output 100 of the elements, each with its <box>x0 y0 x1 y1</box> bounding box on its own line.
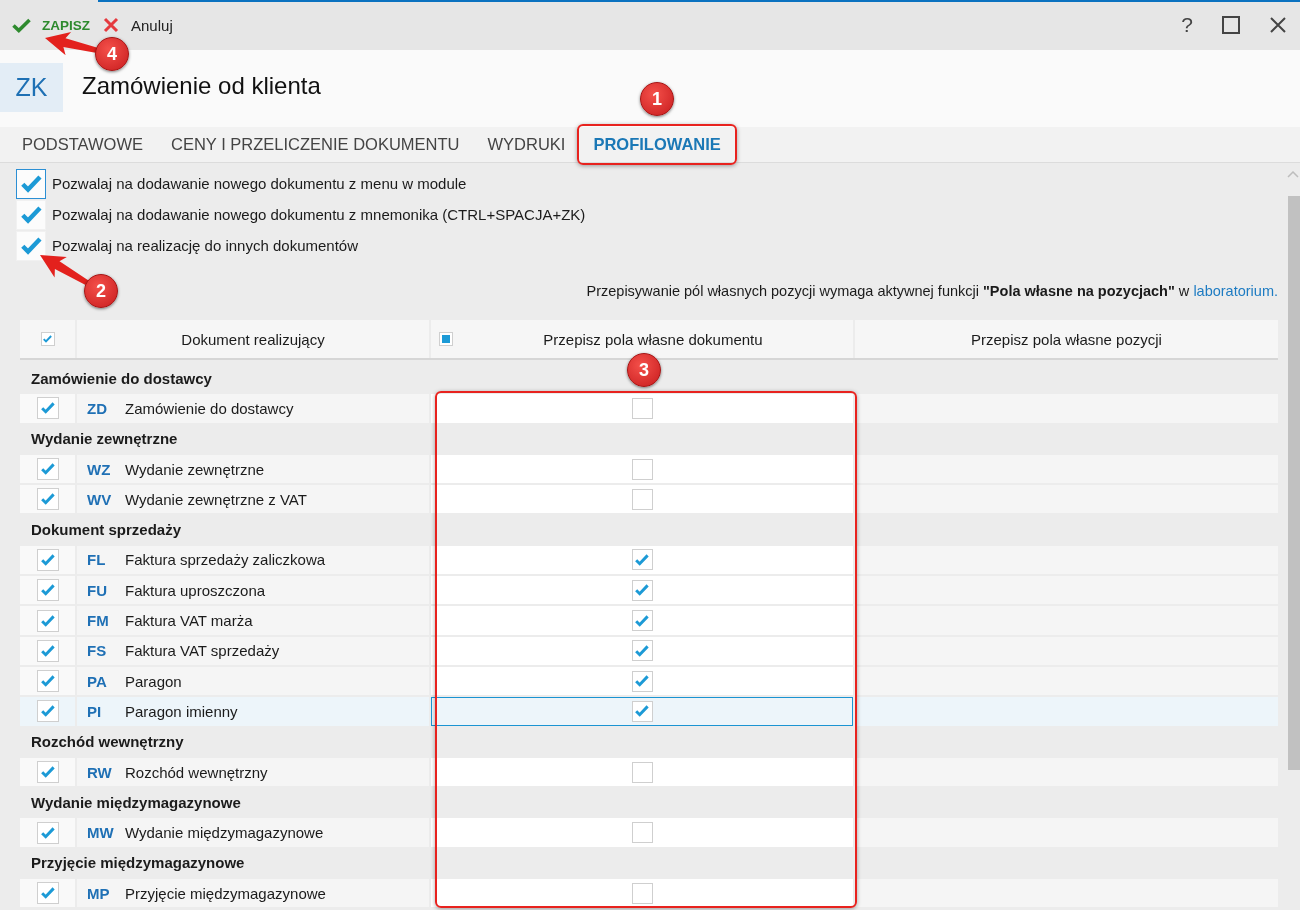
checkbox[interactable] <box>631 761 653 783</box>
table-cell[interactable]: WV Wydanie zewnętrzne z VAT <box>77 485 429 514</box>
checkbox[interactable] <box>36 397 59 420</box>
checkmark-icon <box>635 705 649 718</box>
table-cell[interactable]: PA Paragon <box>77 666 429 696</box>
checkbox[interactable] <box>631 610 653 631</box>
tab[interactable]: CENY I PRZELICZENIE DOKUMENTU <box>158 127 473 162</box>
document-code: FU <box>87 581 108 599</box>
document-code: PA <box>87 672 108 690</box>
document-name: Paragon <box>125 672 182 690</box>
checkmark-icon <box>40 584 55 597</box>
document-type-badge: ZK <box>0 63 63 112</box>
checkbox[interactable] <box>631 488 653 510</box>
checkbox[interactable] <box>36 700 59 723</box>
column-label: Przepisz pola własne dokumentu <box>542 330 764 348</box>
checkmark-icon <box>40 675 55 688</box>
checkbox[interactable] <box>631 549 653 571</box>
table-cell[interactable]: ZD Zamówienie do dostawcy <box>77 394 429 423</box>
checkbox[interactable] <box>36 761 59 783</box>
group-title: Rozchód wewnętrzny <box>31 733 184 751</box>
cancel-button[interactable]: Anuluj <box>97 10 179 40</box>
checkmark-icon <box>20 236 42 255</box>
checkbox[interactable] <box>631 579 653 601</box>
checkbox[interactable] <box>36 609 59 632</box>
checkbox[interactable] <box>40 332 55 346</box>
document-name: Faktura VAT sprzedaży <box>125 642 280 660</box>
cross-icon <box>103 17 119 33</box>
document-name: Rozchód wewnętrzny <box>125 763 268 781</box>
checkbox[interactable] <box>36 821 59 844</box>
laboratory-link[interactable]: laboratorium. <box>1193 283 1278 299</box>
table-cell[interactable]: RW Rozchód wewnętrzny <box>77 757 429 787</box>
document-name: Paragon imienny <box>125 702 238 720</box>
checkbox[interactable] <box>36 458 59 481</box>
checkmark-icon <box>40 705 55 718</box>
checkmark-icon <box>635 584 649 597</box>
document-code: FM <box>87 612 110 629</box>
callout-badge: 4 <box>95 37 129 71</box>
column-header: Dokument realizujący <box>77 320 429 358</box>
document-code: WV <box>87 490 113 508</box>
table-cell[interactable]: FS Faktura VAT sprzedaży <box>77 636 429 665</box>
checkbox[interactable] <box>36 548 59 571</box>
checkbox-label: Pozwalaj na dodawanie nowego dokumentu z menu w module <box>52 175 467 192</box>
group-title: Przyjęcie międzymagazynowe <box>31 854 245 872</box>
document-title: Zamówienie od klienta <box>82 74 321 98</box>
table-cell[interactable]: WZ Wydanie zewnętrzne <box>77 454 429 484</box>
checkbox[interactable] <box>631 822 653 844</box>
checkmark-icon <box>40 887 55 900</box>
tab[interactable]: PODSTAWOWE <box>9 127 156 162</box>
document-name: Zamówienie do dostawcy <box>125 399 294 417</box>
checkbox[interactable] <box>36 488 59 511</box>
save-button[interactable]: ZAPISZ <box>6 10 96 40</box>
callout-badge: 2 <box>84 274 118 308</box>
document-name: Wydanie zewnętrzne <box>125 460 265 478</box>
checkmark-icon <box>40 553 55 566</box>
checkmark-icon <box>40 493 55 506</box>
checkbox[interactable] <box>16 168 46 199</box>
table-cell[interactable]: MW Wydanie międzymagazynowe <box>77 818 429 847</box>
tab[interactable]: WYDRUKI <box>474 127 579 162</box>
table-cell[interactable]: FU Faktura uproszczona <box>77 576 429 605</box>
checkbox[interactable] <box>36 670 59 693</box>
tab[interactable]: PROFILOWANIE <box>580 127 734 162</box>
checkmark-icon <box>635 614 649 627</box>
checkmark-icon <box>20 205 42 224</box>
checkbox[interactable] <box>439 332 453 346</box>
checkmark-icon <box>635 644 649 657</box>
checkbox[interactable] <box>631 882 653 904</box>
group-title: Wydanie zewnętrzne <box>31 430 178 448</box>
document-code: RW <box>87 763 113 781</box>
document-code: FS <box>87 642 108 660</box>
table-cell[interactable]: PI Paragon imienny <box>77 697 429 726</box>
maximize-icon[interactable] <box>1222 16 1240 34</box>
checkmark-icon <box>40 644 55 657</box>
checkbox[interactable] <box>631 670 653 692</box>
checkbox[interactable] <box>631 640 653 662</box>
checkmark-icon <box>635 553 649 566</box>
checkbox[interactable] <box>36 882 59 905</box>
table-cell[interactable]: MP Przyjęcie międzymagazynowe <box>77 879 429 908</box>
checkmark-icon <box>40 463 55 476</box>
checkmark-icon <box>635 675 649 688</box>
scrollbar-thumb[interactable] <box>1288 196 1300 770</box>
document-code: ZD <box>87 399 108 417</box>
document-name: Faktura uproszczona <box>125 581 266 599</box>
checkbox[interactable] <box>36 579 59 602</box>
checkbox[interactable] <box>631 397 653 419</box>
group-title: Wydanie międzymagazynowe <box>31 793 241 811</box>
help-button[interactable]: ? <box>1181 13 1193 37</box>
close-icon[interactable] <box>1270 17 1286 33</box>
checkbox[interactable] <box>631 700 653 722</box>
table-cell[interactable]: FM Faktura VAT marża <box>77 606 429 635</box>
checkbox[interactable] <box>36 639 59 662</box>
callout-badge: 3 <box>627 353 661 387</box>
document-code: PI <box>87 702 103 720</box>
checkmark-icon <box>40 402 55 415</box>
document-name: Wydanie międzymagazynowe <box>125 824 324 842</box>
document-name: Przyjęcie międzymagazynowe <box>125 884 326 902</box>
checkmark-icon <box>12 17 31 33</box>
table-cell[interactable]: FL Faktura sprzedaży zaliczkowa <box>77 545 429 575</box>
document-code: FL <box>87 551 107 569</box>
checkbox[interactable] <box>631 458 653 480</box>
scroll-up-icon[interactable] <box>1287 171 1299 178</box>
